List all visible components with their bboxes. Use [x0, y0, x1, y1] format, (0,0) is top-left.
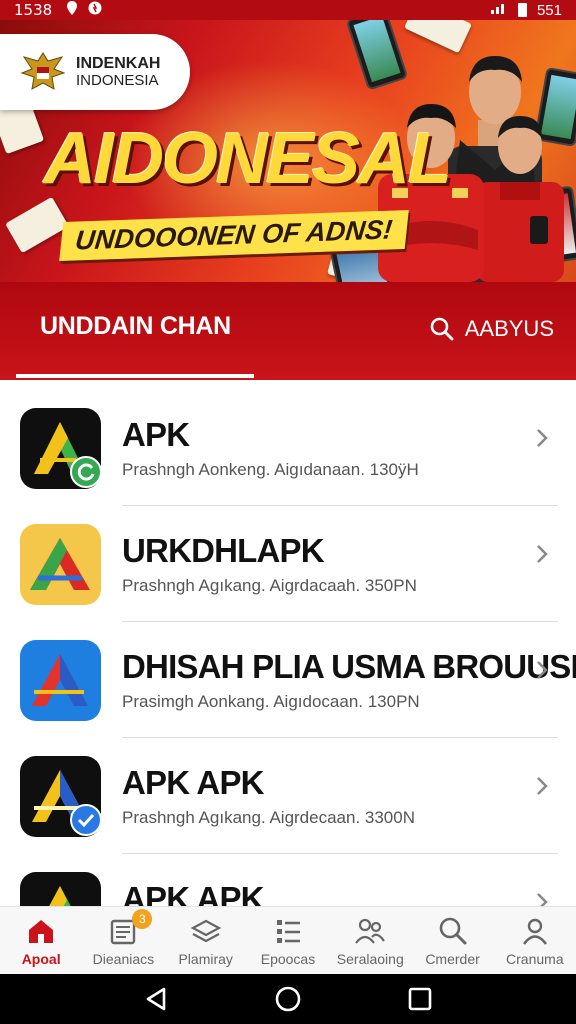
- nav-label: Seralaoing: [336, 951, 404, 967]
- nav-cranuma[interactable]: Cranuma: [494, 907, 576, 974]
- signal-icon: [490, 1, 508, 19]
- tab-bar: UNDDAIN CHAN AABYUS: [0, 282, 576, 380]
- people-icon: [355, 918, 386, 944]
- nav-seralaoing[interactable]: Seralaoing: [329, 907, 411, 974]
- search-icon: [430, 317, 454, 341]
- chevron-right-icon: [537, 545, 548, 563]
- app-subtitle: Prashngh Agıkang. Aigrdacaah. 350PN: [122, 576, 417, 595]
- nav-label: Plamiray: [178, 951, 233, 967]
- promo-banner[interactable]: INDENKAH INDONESIA AIDONESAL UNDOOONEN O…: [0, 20, 576, 282]
- app-title: APK APK: [122, 764, 265, 801]
- app-icon: [20, 640, 101, 721]
- list-item[interactable]: URKDHLAPK Prashngh Agıkang. Aigrdacaah. …: [0, 506, 576, 622]
- back-icon[interactable]: [142, 985, 170, 1013]
- tab-main-label: UNDDAIN CHAN: [40, 312, 231, 340]
- nav-label: Epoocas: [260, 951, 316, 967]
- system-nav-bar: [0, 974, 576, 1024]
- app-subtitle: Prashngh Agıkang. Aigrdecaan. 3300N: [122, 808, 415, 827]
- banner-title: AIDONESAL: [44, 119, 452, 199]
- decorative-card: [404, 20, 472, 54]
- home-icon: [29, 920, 54, 943]
- tab-indicator: [16, 374, 254, 378]
- list-item[interactable]: DHISAH PLIA USMA BROUUSIN Prasimgh Aonka…: [0, 622, 576, 738]
- app-list: APK Prashngh Aonkeng. Aigıdanaan. 130ÿH …: [0, 390, 576, 970]
- home-button-icon[interactable]: [274, 985, 302, 1013]
- nav-label: Apoal: [21, 951, 61, 967]
- app-title: URKDHLAPK: [122, 532, 325, 569]
- app-subtitle: Prashngh Aonkeng. Aigıdanaan. 130ÿH: [122, 460, 419, 479]
- status-bar: 1538 551: [0, 0, 576, 20]
- list-icon: [276, 920, 300, 943]
- bottom-nav: Apoal 3 Dieaniacs Plamiray Epoocas Seral…: [0, 906, 576, 974]
- battery-icon: [517, 3, 527, 17]
- list-item[interactable]: APK APK Prashngh Agıkang. Aigrdecaan. 33…: [0, 738, 576, 854]
- search-icon: [439, 917, 467, 945]
- org-logo: INDENKAH INDONESIA: [0, 34, 190, 110]
- app-icon: [20, 524, 101, 605]
- chevron-right-icon: [537, 777, 548, 795]
- tab-search[interactable]: AABYUS: [429, 316, 554, 342]
- org-name-line1: INDENKAH: [76, 55, 161, 72]
- app-subtitle: Prasimgh Aonkang. Aigıdocaan. 130PN: [122, 692, 420, 711]
- recents-icon[interactable]: [406, 985, 434, 1013]
- chevron-right-icon: [537, 429, 548, 447]
- nav-dieaniacs[interactable]: 3 Dieaniacs: [82, 907, 164, 974]
- chevron-right-icon: [537, 661, 548, 679]
- check-badge-icon: [70, 804, 102, 836]
- battery-level: 551: [536, 1, 562, 19]
- notification-badge: 3: [132, 909, 153, 929]
- garuda-emblem-icon: [20, 52, 66, 90]
- app-title: DHISAH PLIA USMA BROUUSIN: [122, 648, 576, 685]
- org-name-line2: INDONESIA: [76, 72, 159, 89]
- tab-main[interactable]: UNDDAIN CHAN: [16, 312, 254, 378]
- nav-epoocas[interactable]: Epoocas: [247, 907, 329, 974]
- nav-plamiray[interactable]: Plamiray: [165, 907, 247, 974]
- notification-icon: [88, 1, 102, 19]
- layers-icon: [190, 919, 222, 943]
- nav-home[interactable]: Apoal: [0, 907, 82, 974]
- nav-label: Cmerder: [425, 951, 480, 967]
- decorative-card: [5, 196, 69, 254]
- nav-label: Dieaniacs: [92, 951, 155, 967]
- nav-cmerder[interactable]: Cmerder: [411, 907, 493, 974]
- status-time: 1538: [14, 1, 53, 19]
- nav-label: Cranuma: [506, 951, 564, 967]
- tab-search-label: AABYUS: [464, 316, 554, 341]
- location-icon: [66, 1, 78, 19]
- refresh-badge-icon: [70, 456, 102, 488]
- app-title: APK: [122, 416, 190, 453]
- profile-icon: [522, 918, 547, 945]
- list-item[interactable]: APK Prashngh Aonkeng. Aigıdanaan. 130ÿH: [0, 390, 576, 506]
